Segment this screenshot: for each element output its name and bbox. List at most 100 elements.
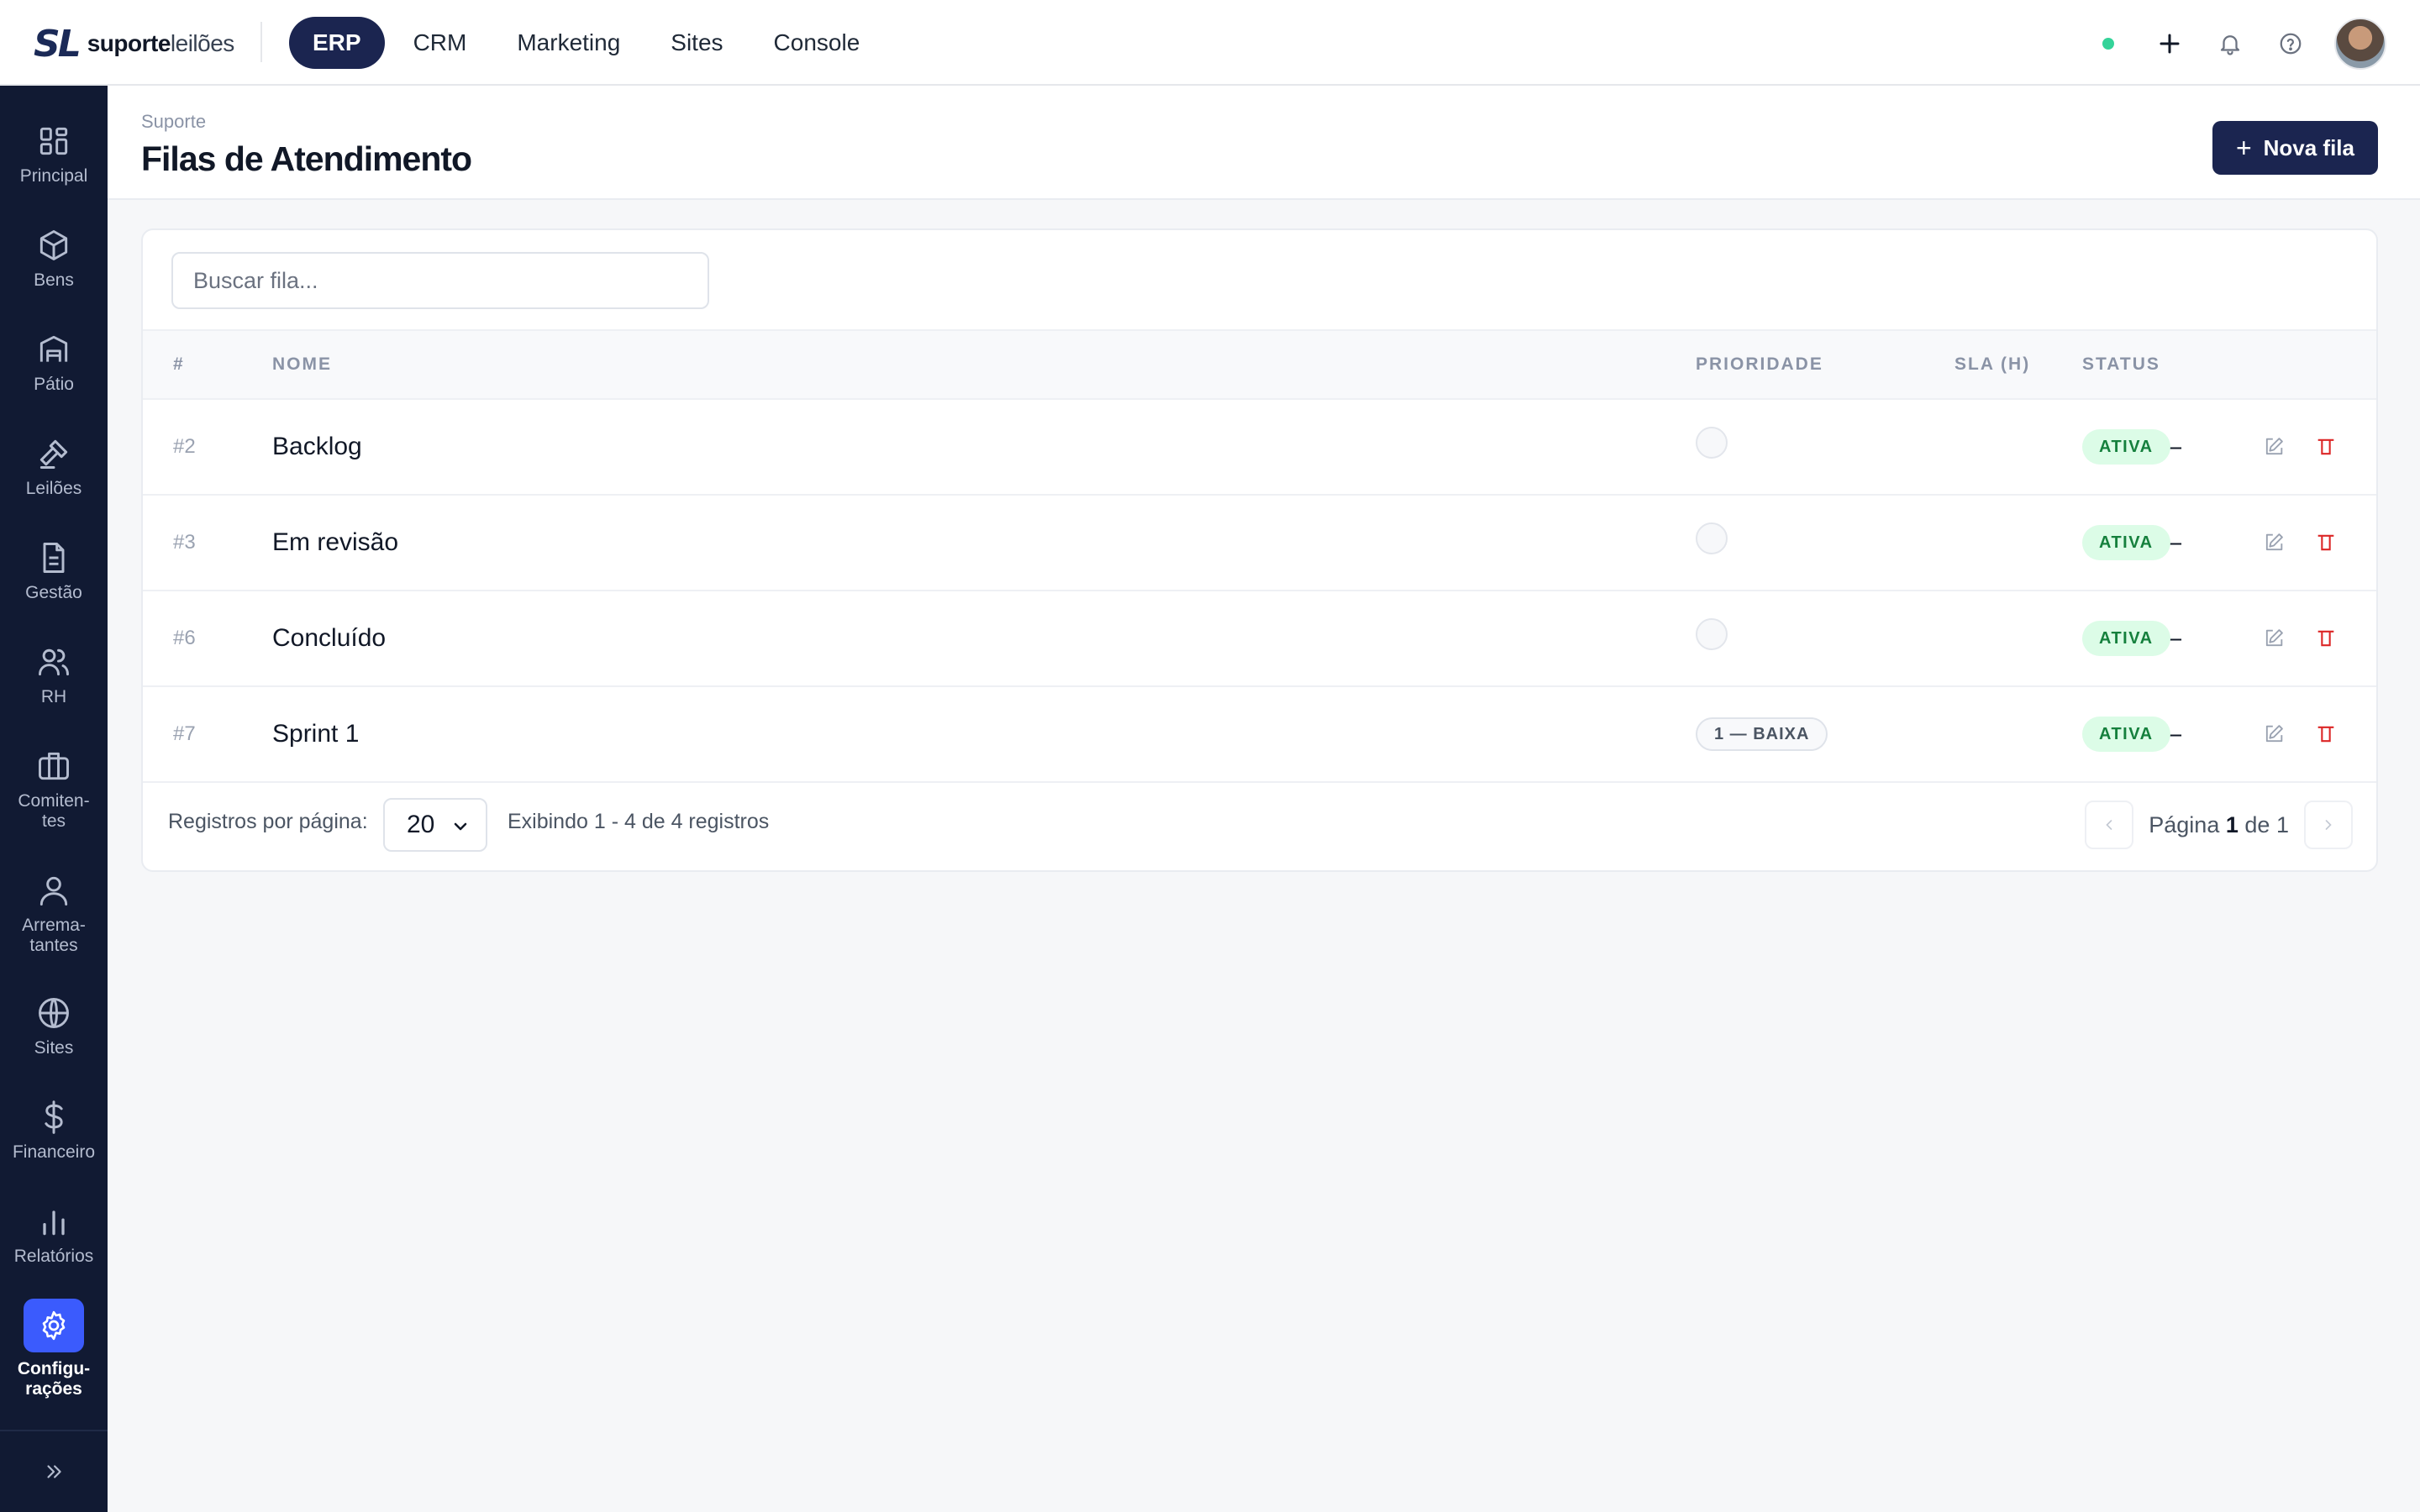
row-id: #7 (173, 722, 196, 745)
sidebar-item-label: rações (25, 1379, 82, 1399)
trash-icon[interactable] (2314, 496, 2338, 590)
sidebar-expand-button[interactable] (0, 1430, 108, 1512)
sidebar-item-label: tes (41, 811, 66, 831)
column-header-id: # (173, 354, 185, 374)
nav-marketing[interactable]: Marketing (492, 17, 645, 69)
online-status-indicator (2102, 38, 2114, 50)
divider (260, 22, 262, 62)
sidebar-item-patio[interactable]: Pátio (0, 331, 108, 395)
nav-erp[interactable]: ERP (289, 17, 385, 69)
row-id: #3 (173, 531, 196, 554)
column-header-sla: SLA (H) (1954, 354, 2031, 374)
sidebar-item-leiloes[interactable]: Leilões (0, 435, 108, 499)
help-icon[interactable] (2274, 27, 2307, 60)
edit-icon[interactable] (2262, 400, 2286, 494)
document-icon (43, 543, 65, 573)
logo-mark: SL (34, 22, 82, 66)
logo-wordmark: suporteleilões (87, 30, 235, 56)
sidebar-item-rh[interactable]: RH (0, 643, 108, 707)
table-row[interactable]: #2 Backlog – ATIVA (143, 400, 2376, 496)
edit-icon[interactable] (2262, 687, 2286, 781)
nav-console[interactable]: Console (749, 17, 886, 69)
row-name[interactable]: Sprint 1 (272, 687, 359, 781)
sidebar-item-comitentes[interactable]: Comiten- tes (0, 748, 108, 832)
column-header-priority: PRIORIDADE (1696, 354, 1823, 374)
pagination: Página 1 de 1 (2085, 800, 2353, 850)
row-priority: 1 — BAIXA (1696, 687, 1828, 781)
status-badge: ATIVA (2082, 717, 2170, 752)
chevron-left-icon (2106, 820, 2112, 830)
plus-icon[interactable] (2153, 27, 2186, 60)
dollar-icon (45, 1100, 63, 1134)
search-input[interactable]: Buscar fila... (171, 252, 709, 309)
trash-icon[interactable] (2314, 687, 2338, 781)
sidebar-item-label: Comiten- (18, 791, 90, 811)
row-name[interactable]: Em revisão (272, 496, 398, 590)
sidebar-item-label: Bens (34, 270, 74, 290)
sidebar-item-label: Pátio (34, 375, 74, 394)
sidebar-item-relatorios[interactable]: Relatórios (0, 1203, 108, 1267)
page-indicator: Página 1 de 1 (2149, 811, 2289, 837)
sidebar-item-arrematantes[interactable]: Arrema- tantes (0, 872, 108, 956)
nav-crm[interactable]: CRM (388, 17, 492, 69)
table-row[interactable]: #7 Sprint 1 1 — BAIXA – ATIVA (143, 687, 2376, 783)
row-status: ATIVA (2082, 496, 2170, 590)
breadcrumb[interactable]: Suporte (141, 111, 206, 133)
priority-empty-indicator (1696, 618, 1728, 650)
chevron-right-icon (2325, 820, 2332, 830)
row-priority (1696, 496, 1728, 590)
gear-icon (24, 1299, 84, 1352)
row-priority (1696, 400, 1728, 494)
queues-card: Buscar fila... # NOME PRIORIDADE SLA (H)… (141, 228, 2378, 872)
edit-icon[interactable] (2262, 496, 2286, 590)
table-row[interactable]: #6 Concluído – ATIVA (143, 591, 2376, 687)
chevron-down-icon (454, 822, 467, 831)
new-queue-button-label: Nova fila (2263, 134, 2354, 160)
per-page-select[interactable]: 20 (383, 798, 487, 852)
user-avatar[interactable] (2334, 18, 2386, 70)
sidebar-item-bens[interactable]: Bens (0, 227, 108, 291)
sidebar-item-financeiro[interactable]: Financeiro (0, 1099, 108, 1163)
sidebar-item-label: Leilões (25, 479, 82, 498)
sidebar-item-label: Sites (34, 1038, 74, 1058)
trash-icon[interactable] (2314, 400, 2338, 494)
row-status: ATIVA (2082, 591, 2170, 685)
page-header: Suporte Filas de Atendimento + Nova fila (108, 86, 2420, 200)
table-footer: Registros por página: 20 Exibindo 1 - 4 … (143, 781, 2376, 870)
row-name[interactable]: Concluído (272, 591, 386, 685)
table-row[interactable]: #3 Em revisão – ATIVA (143, 496, 2376, 591)
plus-icon: + (2235, 132, 2252, 163)
sidebar-item-gestao[interactable]: Gestão (0, 539, 108, 603)
table-header: # NOME PRIORIDADE SLA (H) STATUS (143, 329, 2376, 400)
row-priority (1696, 591, 1728, 685)
bar-chart-icon (43, 1210, 65, 1236)
edit-icon[interactable] (2262, 591, 2286, 685)
sidebar-item-label: Arrema- (22, 916, 86, 935)
new-queue-button[interactable]: + Nova fila (2212, 121, 2378, 175)
top-navigation: ERP CRM Marketing Sites Console (289, 17, 885, 69)
box-icon (39, 230, 68, 260)
sidebar-item-sites[interactable]: Sites (0, 995, 108, 1058)
status-badge: ATIVA (2082, 621, 2170, 656)
grid-icon (39, 127, 68, 155)
sidebar-item-label: tantes (29, 936, 78, 955)
user-icon (39, 876, 68, 906)
sidebar-item-label: Gestão (25, 583, 82, 602)
trash-icon[interactable] (2314, 591, 2338, 685)
brand-logo[interactable]: SL suporteleilões (34, 22, 235, 66)
column-header-status: STATUS (2082, 354, 2160, 374)
row-id: #2 (173, 435, 196, 458)
globe-icon (39, 998, 69, 1028)
bell-icon[interactable] (2213, 27, 2247, 60)
previous-page-button[interactable] (2085, 801, 2134, 849)
row-status: ATIVA (2082, 400, 2170, 494)
top-actions (2102, 18, 2386, 70)
chevrons-right-icon (47, 1465, 61, 1478)
sidebar-item-principal[interactable]: Principal (0, 123, 108, 186)
next-page-button[interactable] (2304, 801, 2353, 849)
sidebar: Principal Bens Pátio Leilões Gestão RH C… (0, 86, 108, 1512)
row-name[interactable]: Backlog (272, 400, 362, 494)
sidebar-item-configuracoes[interactable]: Configu- rações (0, 1299, 108, 1399)
nav-sites[interactable]: Sites (645, 17, 748, 69)
per-page-label: Registros por página: (168, 810, 368, 833)
